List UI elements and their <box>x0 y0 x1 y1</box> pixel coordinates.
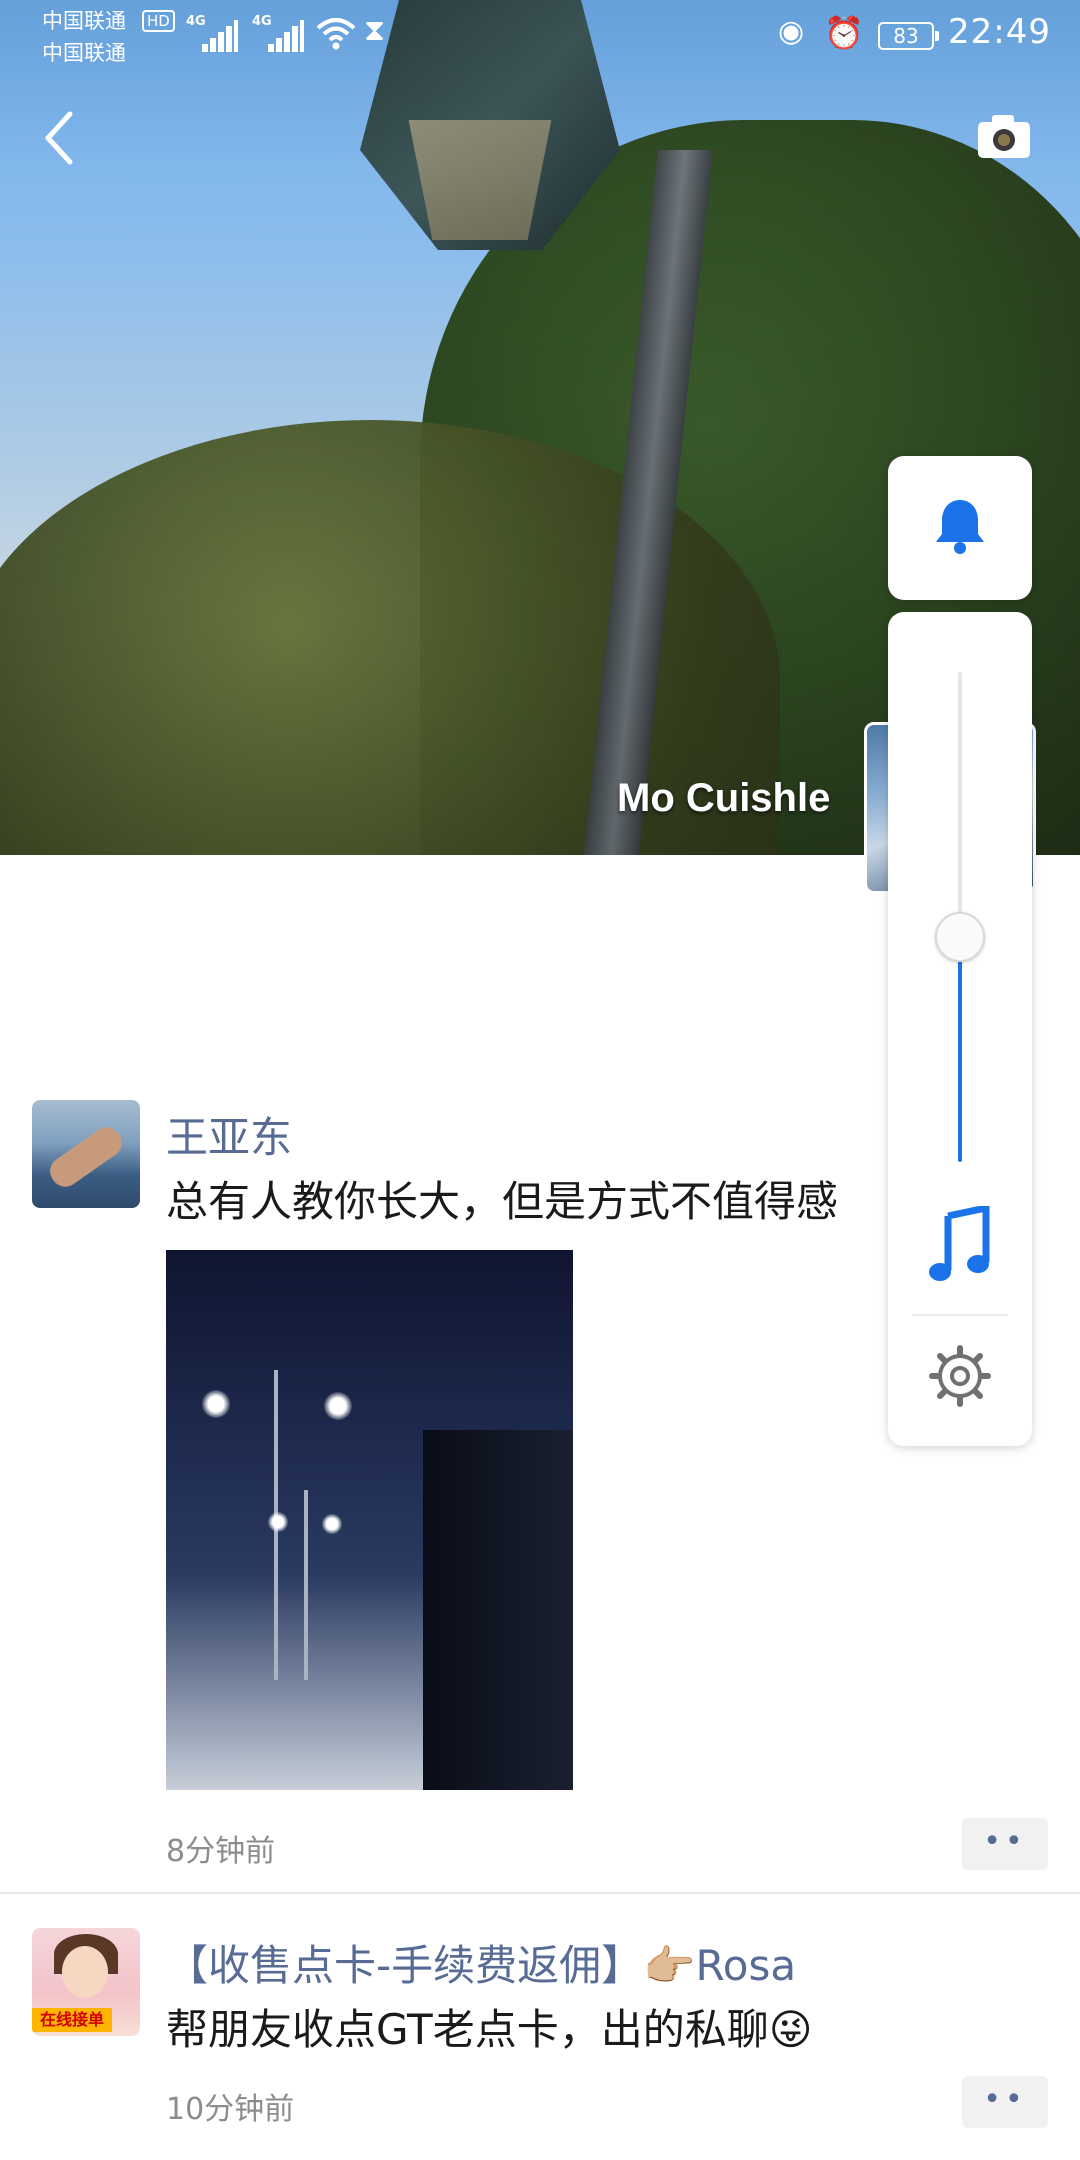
author-avatar[interactable] <box>32 1100 140 1208</box>
ringer-mode-button[interactable] <box>888 456 1032 600</box>
hd-badge: HD <box>142 10 175 32</box>
post-text: 帮朋友收点GT老点卡，出的私聊😜 <box>166 2005 813 2054</box>
carrier-primary: 中国联通 <box>42 9 126 33</box>
music-note-icon[interactable] <box>926 1206 994 1286</box>
eye-comfort-icon: ◉ <box>778 14 805 49</box>
post-timestamp: 8分钟前 <box>166 1834 276 1869</box>
volume-level-fill <box>958 937 962 1162</box>
more-options-button[interactable]: •• <box>962 2076 1048 2128</box>
volume-panel <box>888 612 1032 1446</box>
alarm-icon: ⏰ <box>824 14 864 52</box>
profile-nickname[interactable]: Mo Cuishle <box>617 776 830 821</box>
post-text: 总有人教你长大，但是方式不值得感 <box>166 1177 839 1226</box>
hourglass-icon: ⧗ <box>364 13 386 48</box>
post-photo[interactable] <box>166 1250 573 1790</box>
back-icon[interactable] <box>36 108 86 168</box>
bell-icon <box>936 500 984 554</box>
carrier-secondary: 中国联通 <box>42 41 126 65</box>
author-avatar[interactable]: 在线接单 <box>32 1928 140 2036</box>
status-bar: 中国联通 中国联通 HD 4G 4G ⧗ ◉ ⏰ 83 22:49 <box>0 0 1080 70</box>
signal-icon <box>268 16 304 52</box>
avatar-badge: 在线接单 <box>32 2008 112 2032</box>
status-time: 22:49 <box>948 12 1051 52</box>
signal-icon <box>202 16 238 52</box>
battery-indicator: 83 <box>878 22 939 50</box>
camera-icon[interactable] <box>976 112 1032 160</box>
gear-icon[interactable] <box>928 1344 992 1408</box>
volume-slider-thumb[interactable] <box>935 912 985 962</box>
wifi-icon <box>316 18 356 50</box>
author-name[interactable]: 王亚东 <box>166 1104 292 1165</box>
post-timestamp: 10分钟前 <box>166 2092 295 2127</box>
author-name[interactable]: 【收售点卡-手续费返佣】👉🏼Rosa <box>166 1932 796 1993</box>
post-divider <box>0 1892 1080 1894</box>
more-options-button[interactable]: •• <box>962 1818 1048 1870</box>
volume-panel-divider <box>912 1314 1008 1316</box>
